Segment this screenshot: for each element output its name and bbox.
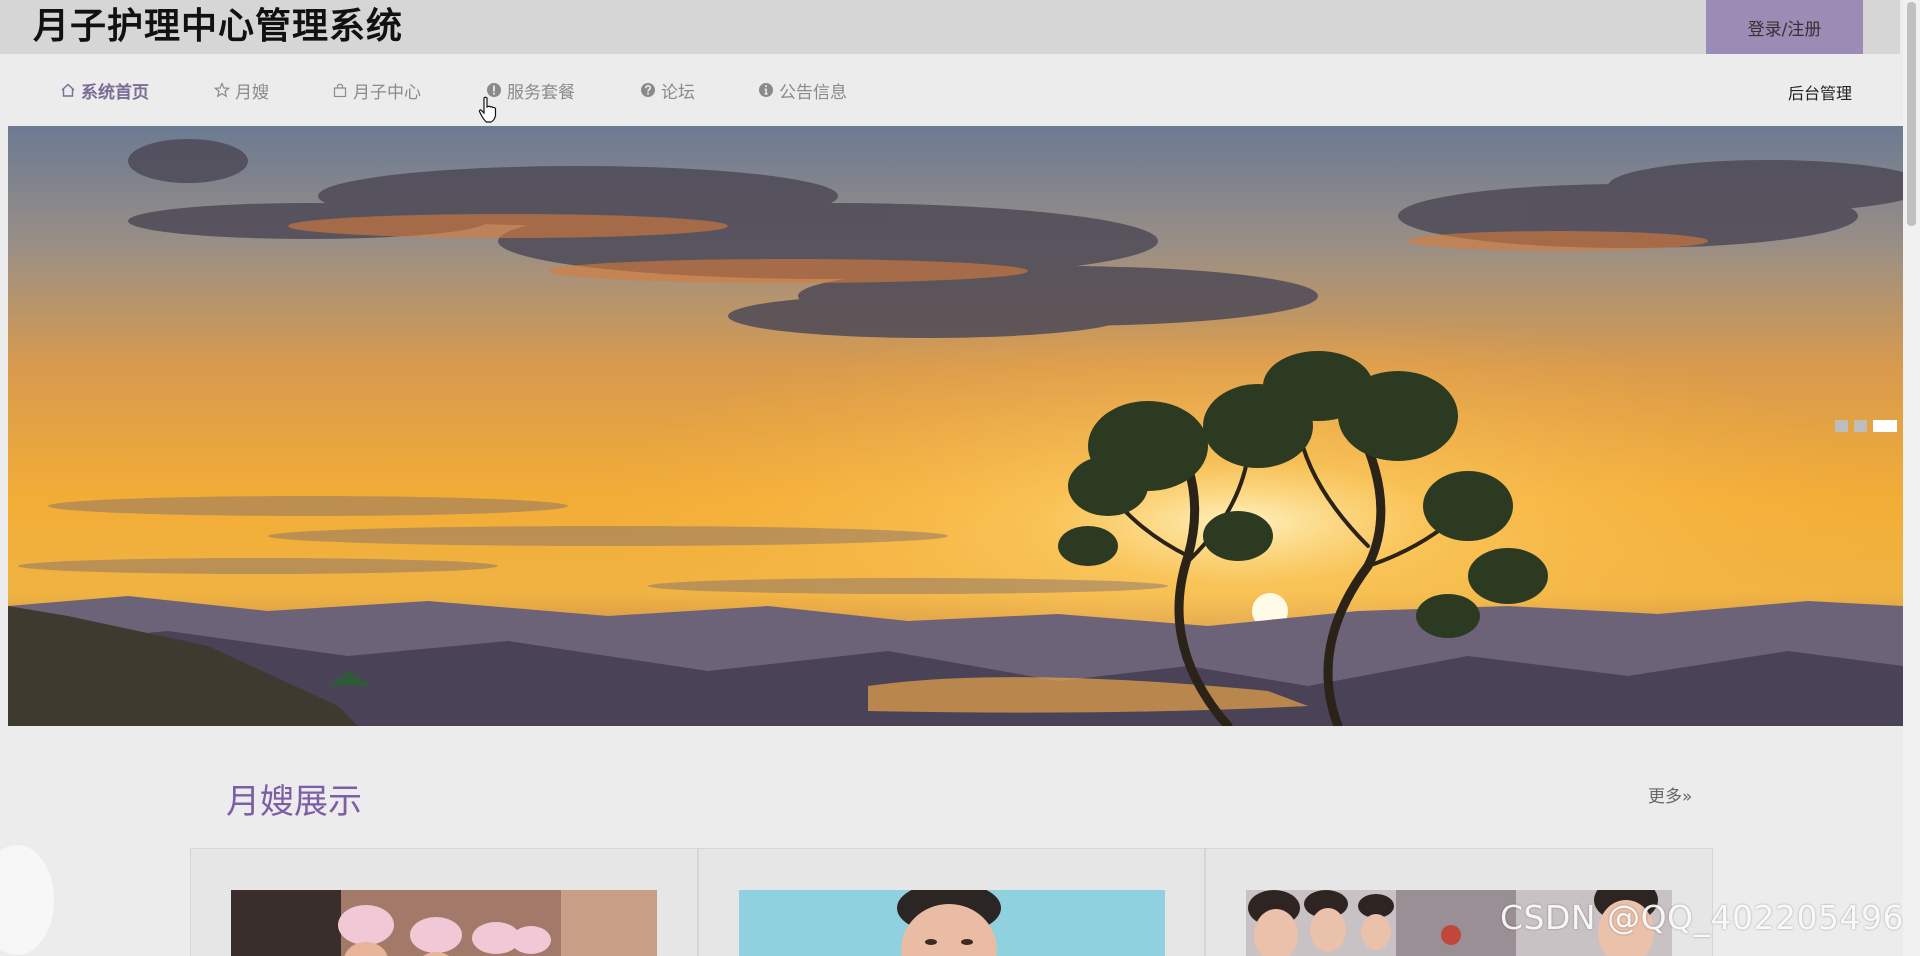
nav-label: 公告信息 [779,82,847,103]
nurse-portrait-photo [738,890,1165,956]
nav-label: 服务套餐 [507,82,575,103]
page-scrollbar[interactable] [1903,0,1920,956]
main-nav: 系统首页 月嫂 月子中心 服务套餐 论坛 公告信息 后台管理 [0,54,1900,126]
nav-label: 论坛 [661,82,695,103]
watermark: CSDN @QQ_402205496 [1500,898,1904,937]
nav-label: 月嫂 [235,82,269,103]
nav-item-notices[interactable]: 公告信息 [758,78,847,103]
slide-indicators [1835,420,1897,432]
slide-dot-active[interactable] [1873,420,1897,432]
nurses-group-photo [231,890,657,956]
nav-item-packages[interactable]: 服务套餐 [486,78,575,103]
banner-image [8,126,1903,726]
yuesao-card[interactable] [190,848,698,956]
nav-item-center[interactable]: 月子中心 [332,78,421,103]
home-icon [60,82,76,98]
nav-label: 系统首页 [81,82,149,103]
nav-item-yuesao[interactable]: 月嫂 [214,78,269,103]
slide-dot[interactable] [1835,420,1848,432]
scrollbar-thumb[interactable] [1907,2,1916,226]
slide-dot[interactable] [1854,420,1867,432]
info-circle-icon [758,82,774,98]
more-link[interactable]: 更多» [1648,782,1692,807]
section-title: 月嫂展示 [226,782,362,822]
site-title: 月子护理中心管理系统 [33,6,404,47]
yuesao-cards [190,848,1714,956]
bag-icon [332,82,348,98]
nav-item-forum[interactable]: 论坛 [640,78,695,103]
star-icon [214,82,230,98]
login-register-button[interactable]: 登录/注册 [1706,0,1863,54]
hero-banner[interactable] [8,126,1903,726]
admin-link[interactable]: 后台管理 [1788,80,1852,104]
nav-label: 月子中心 [353,82,421,103]
hand-cursor-icon [478,96,498,124]
yuesao-card[interactable] [697,848,1206,956]
question-circle-icon [640,82,656,98]
top-bar: 月子护理中心管理系统 登录/注册 [0,0,1900,54]
nav-item-home[interactable]: 系统首页 [60,78,149,103]
decorative-shape [0,845,54,955]
